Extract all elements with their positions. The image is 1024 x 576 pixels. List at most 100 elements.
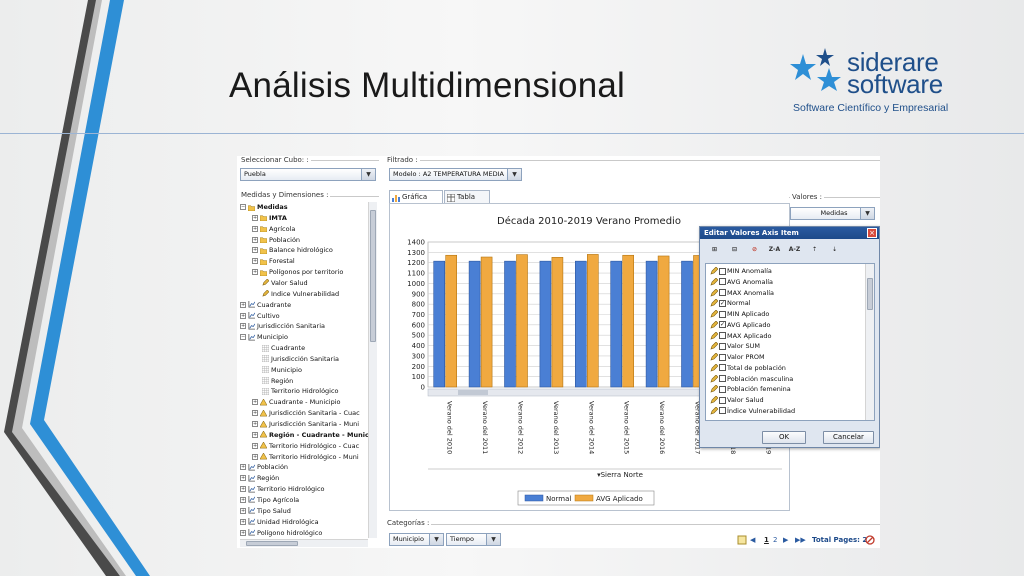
expand-icon[interactable]: + xyxy=(252,247,258,254)
page-first-arrow-icon[interactable]: ◀ xyxy=(750,534,755,546)
scrollbar-thumb[interactable] xyxy=(867,278,873,310)
tree-item[interactable]: + Cultivo xyxy=(240,311,280,321)
bar[interactable] xyxy=(681,260,693,388)
category-chip-municipio[interactable]: Municipio ▼ xyxy=(389,533,444,546)
axis-item-checkbox[interactable] xyxy=(719,353,726,361)
scrollbar-thumb[interactable] xyxy=(246,541,298,546)
expand-icon[interactable]: + xyxy=(252,421,258,427)
collapse-icon[interactable]: − xyxy=(240,334,246,341)
tree-item[interactable]: Jurisdicción Sanitaria xyxy=(252,354,339,364)
close-icon[interactable]: × xyxy=(867,228,877,238)
tree-item[interactable]: + Unidad Hidrológica xyxy=(240,517,319,527)
axis-item[interactable]: MIN Aplicado xyxy=(710,309,769,320)
expand-icon[interactable]: + xyxy=(240,496,246,503)
cube-select[interactable]: Puebla ▼ xyxy=(240,168,376,181)
axis-item-checkbox[interactable] xyxy=(719,375,726,382)
axis-item[interactable]: MAX Anomalía xyxy=(710,288,774,299)
dialog-toolbar-button[interactable]: Z-A xyxy=(766,243,783,257)
axis-item[interactable]: Índice Vulnerabilidad xyxy=(710,406,795,417)
tree-item[interactable]: + Jurisdicción Sanitaria xyxy=(240,321,325,331)
page-link-1[interactable]: 1 xyxy=(764,534,769,546)
axis-item[interactable]: Valor PROM xyxy=(710,352,765,363)
tree-item[interactable]: + Polígono hidrológico xyxy=(240,528,322,538)
cancel-button[interactable]: Cancelar xyxy=(823,431,874,444)
tree-item[interactable]: + Tipo Agrícola xyxy=(240,495,299,505)
bar[interactable] xyxy=(445,254,458,388)
tree-item[interactable]: + Agrícola xyxy=(252,224,295,234)
dialog-toolbar-button[interactable]: ⊞ xyxy=(706,243,723,257)
tree-item[interactable]: + Tipo Salud xyxy=(240,506,291,516)
expand-icon[interactable]: + xyxy=(240,301,246,308)
axis-item-checkbox[interactable] xyxy=(719,385,726,393)
axis-item-checkbox[interactable] xyxy=(719,342,726,350)
page-next-arrow-icon[interactable]: ▶ xyxy=(783,534,788,546)
bar[interactable] xyxy=(468,260,481,388)
tree-item[interactable]: + Balance hidrológico xyxy=(252,245,333,255)
expand-icon[interactable]: + xyxy=(240,529,246,536)
tree-item[interactable]: Región xyxy=(252,376,293,386)
chevron-down-icon[interactable]: ▼ xyxy=(361,169,375,180)
tree-item[interactable]: − Municipio xyxy=(240,332,288,342)
axis-item-checkbox[interactable] xyxy=(719,278,726,286)
dialog-toolbar-button[interactable]: ⊘ xyxy=(746,243,763,257)
tab-tabla[interactable]: Tabla xyxy=(444,190,490,204)
expand-icon[interactable]: + xyxy=(240,486,246,493)
bar[interactable] xyxy=(645,260,658,388)
tree-item[interactable]: + Población xyxy=(240,462,288,472)
tab-grafica[interactable]: Gráfica xyxy=(389,190,443,204)
expand-icon[interactable]: + xyxy=(240,312,246,319)
axis-item[interactable]: MIN Anomalía xyxy=(710,266,772,277)
tree-item[interactable]: + Polígonos por territorio xyxy=(252,267,343,277)
tree-item[interactable]: Valor Salud xyxy=(252,278,308,288)
page-link-2[interactable]: 2 xyxy=(773,534,777,546)
bar[interactable] xyxy=(539,260,552,388)
expand-icon[interactable]: + xyxy=(252,431,258,438)
axis-item[interactable]: Total de población xyxy=(710,363,786,374)
category-chip-tiempo[interactable]: Tiempo ▼ xyxy=(446,533,501,546)
axis-item[interactable]: ✓ AVG Aplicado xyxy=(710,320,770,331)
expand-icon[interactable]: + xyxy=(252,258,258,265)
expand-icon[interactable]: + xyxy=(252,410,258,417)
expand-icon[interactable]: + xyxy=(240,507,246,514)
expand-icon[interactable]: + xyxy=(252,453,258,460)
tree-horizontal-scrollbar[interactable] xyxy=(240,539,368,547)
expand-icon[interactable]: + xyxy=(240,475,246,482)
expand-icon[interactable]: + xyxy=(240,323,246,330)
tree-item[interactable]: − Medidas xyxy=(240,202,288,212)
axis-item-checkbox[interactable] xyxy=(719,332,726,339)
bar[interactable] xyxy=(551,257,564,388)
bar[interactable] xyxy=(587,254,599,388)
axis-item-checkbox[interactable] xyxy=(719,407,726,415)
tree-item[interactable]: + IMTA xyxy=(252,213,287,223)
expand-icon[interactable]: + xyxy=(240,518,246,525)
axis-item-checkbox[interactable] xyxy=(719,289,726,296)
dialog-list-scrollbar[interactable] xyxy=(865,264,874,420)
axis-item-checkbox[interactable]: ✓ xyxy=(719,299,726,307)
dialog-toolbar-button[interactable]: A-Z xyxy=(786,243,803,257)
collapse-icon[interactable]: − xyxy=(240,204,246,210)
tree-item[interactable]: + Territorio Hidrológico - Cuac xyxy=(252,441,359,451)
tree-item[interactable]: Cuadrante xyxy=(252,343,305,353)
dialog-toolbar-button[interactable]: ⇣ xyxy=(826,243,843,257)
axis-item[interactable]: AVG Anomalía xyxy=(710,277,773,288)
tree-item[interactable]: + Territorio Hidrológico - Muni xyxy=(252,452,359,462)
expand-icon[interactable]: + xyxy=(252,214,258,221)
filter-chip[interactable]: Modelo : A2 TEMPERATURA MEDIA ▼ xyxy=(389,168,522,181)
expand-icon[interactable]: + xyxy=(240,464,246,471)
axis-item-checkbox[interactable]: ✓ xyxy=(719,321,726,329)
bar[interactable] xyxy=(516,254,528,388)
axis-item[interactable]: Población femenina xyxy=(710,384,791,395)
bar[interactable] xyxy=(504,260,516,388)
chevron-down-icon[interactable]: ▼ xyxy=(860,208,874,219)
bar[interactable] xyxy=(433,260,446,388)
axis-item-checkbox[interactable] xyxy=(719,396,726,404)
tree-item[interactable]: Indice Vulnerabilidad xyxy=(252,289,339,299)
tree-vertical-scrollbar[interactable] xyxy=(368,202,377,538)
bar[interactable] xyxy=(575,260,587,388)
expand-icon[interactable]: + xyxy=(252,399,258,406)
bar[interactable] xyxy=(610,260,622,388)
tree-item[interactable]: + Jurisdicción Sanitaria - Muni xyxy=(252,419,359,429)
tree-item[interactable]: + Región - Cuadrante - Munic xyxy=(252,430,369,440)
axis-item[interactable]: Valor SUM xyxy=(710,341,760,352)
chevron-down-icon[interactable]: ▼ xyxy=(507,169,521,180)
